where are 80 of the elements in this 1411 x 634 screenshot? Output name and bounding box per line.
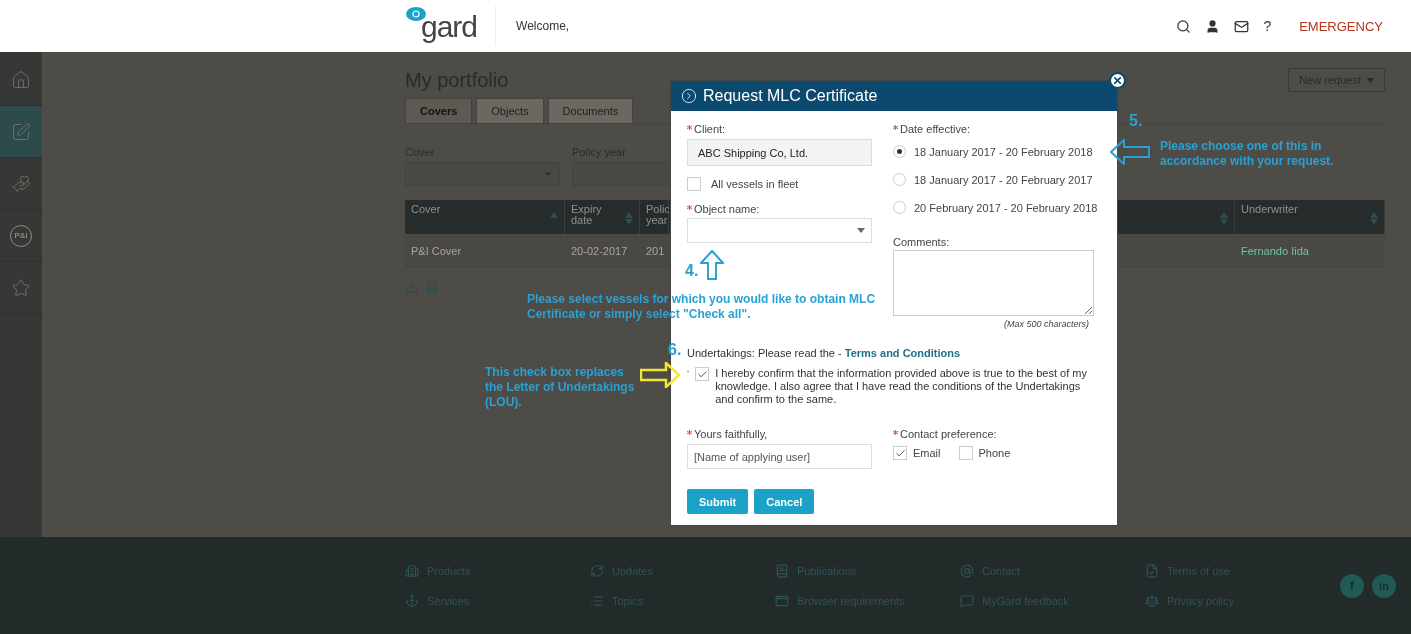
home-icon — [11, 69, 31, 90]
column-title: Cover — [411, 204, 441, 215]
dialog-title: Request MLC Certificate — [703, 87, 878, 105]
book-icon — [775, 563, 789, 578]
column-title: Polic year — [646, 204, 670, 226]
window-icon — [775, 593, 789, 608]
checkbox[interactable] — [893, 446, 907, 460]
annotation-text: This check box replaces the Letter of Undertakings (LOU). — [485, 365, 636, 410]
column-header[interactable]: Polic year — [640, 200, 669, 234]
character-limit-note: (Max 500 characters) — [1003, 319, 1089, 329]
column-title: Underwriter — [1241, 204, 1298, 215]
refresh-icon — [590, 563, 604, 578]
cancel-button[interactable]: Cancel — [754, 489, 815, 514]
column-title: Expiry date — [571, 204, 603, 226]
name-field[interactable]: [Name of applying user] — [687, 444, 872, 469]
sort-icon[interactable] — [625, 212, 633, 225]
tab[interactable]: Covers — [405, 98, 473, 123]
emergency-link[interactable]: EMERGENCY — [1299, 18, 1383, 34]
step-number: 4. — [685, 262, 699, 280]
sort-icon[interactable] — [1220, 212, 1228, 225]
message-icon — [960, 593, 974, 608]
logo[interactable]: gard — [421, 10, 478, 44]
terms-link[interactable]: Terms and Conditions — [844, 347, 961, 359]
client-field[interactable]: ABC Shipping Co, Ltd. — [687, 139, 872, 166]
caret-icon — [1367, 77, 1374, 83]
hands-icon — [11, 173, 31, 194]
submit-button[interactable]: Submit — [687, 489, 749, 514]
list-icon — [590, 593, 604, 608]
sort-icon[interactable] — [1370, 212, 1378, 225]
caret-icon — [543, 169, 553, 179]
sidebar-item[interactable] — [0, 106, 42, 158]
undertakings-text: Undertakings: Please read the - Terms and Conditions — [687, 347, 962, 359]
annotation-text: Please choose one of this in accordance with your request. — [1160, 139, 1335, 169]
anchor-icon — [405, 593, 419, 608]
search-icon[interactable] — [1176, 18, 1192, 34]
checkbox-label: Email — [913, 447, 941, 459]
field-label: Contact preference: — [900, 428, 997, 440]
checkbox-label: Phone — [978, 447, 1011, 459]
field-label: Date effective: — [900, 123, 971, 135]
user-icon[interactable] — [1205, 18, 1221, 34]
building-icon — [405, 563, 419, 578]
checkbox[interactable] — [687, 177, 701, 191]
tab[interactable]: Documents — [547, 98, 634, 123]
welcome-text: Welcome, — [516, 19, 570, 33]
tab[interactable]: Objects — [476, 98, 544, 123]
column-header[interactable]: Cover — [405, 200, 565, 234]
comments-field[interactable] — [893, 250, 1094, 316]
star-icon — [11, 277, 31, 298]
chevron-circle-icon — [681, 88, 697, 104]
edit-icon — [11, 121, 31, 142]
checkbox-label: All vessels in fleet — [711, 178, 799, 190]
print-icon[interactable] — [425, 280, 439, 294]
radio-label: 20 February 2017 - 20 February 2018 — [914, 201, 1098, 214]
radio-label: 18 January 2017 - 20 February 2017 — [914, 173, 1093, 186]
column-header[interactable]: Underwriter — [1235, 200, 1385, 234]
step-number: 5. — [1129, 112, 1143, 130]
file-icon — [1145, 563, 1159, 578]
table-cell: P&I Cover — [405, 234, 565, 268]
sort-icon[interactable] — [550, 212, 558, 218]
sidebar-item[interactable]: P&I — [0, 210, 42, 262]
field-label: Yours faithfully, — [694, 428, 768, 440]
table-cell: 20-02-2017 — [565, 234, 640, 268]
field-label: Client: — [694, 123, 726, 135]
field-label: Comments: — [893, 236, 950, 248]
table-cell: Fernando Iida — [1235, 234, 1385, 268]
help-link[interactable]: ? — [1263, 18, 1272, 34]
object-select[interactable] — [687, 218, 872, 243]
table-cell: 201 — [640, 234, 669, 268]
confirmation-text: I hereby confirm that the information provided above is true to the best of my knowledge. I also agree that I have read the conditions of the Undertakings and confirm to the same. — [715, 367, 1088, 406]
close-icon — [1114, 77, 1121, 84]
checkbox[interactable] — [958, 446, 973, 460]
mail-icon[interactable] — [1234, 18, 1250, 34]
close-button[interactable] — [1109, 72, 1126, 89]
checkbox[interactable] — [695, 367, 710, 381]
scale-icon — [1145, 593, 1159, 608]
download-icon[interactable] — [405, 280, 419, 294]
radio-label: 18 January 2017 - 20 February 2018 — [914, 145, 1093, 158]
column-header[interactable]: Expiry date — [565, 200, 640, 234]
field-label: Object name: — [694, 203, 760, 215]
at-icon — [960, 563, 974, 578]
